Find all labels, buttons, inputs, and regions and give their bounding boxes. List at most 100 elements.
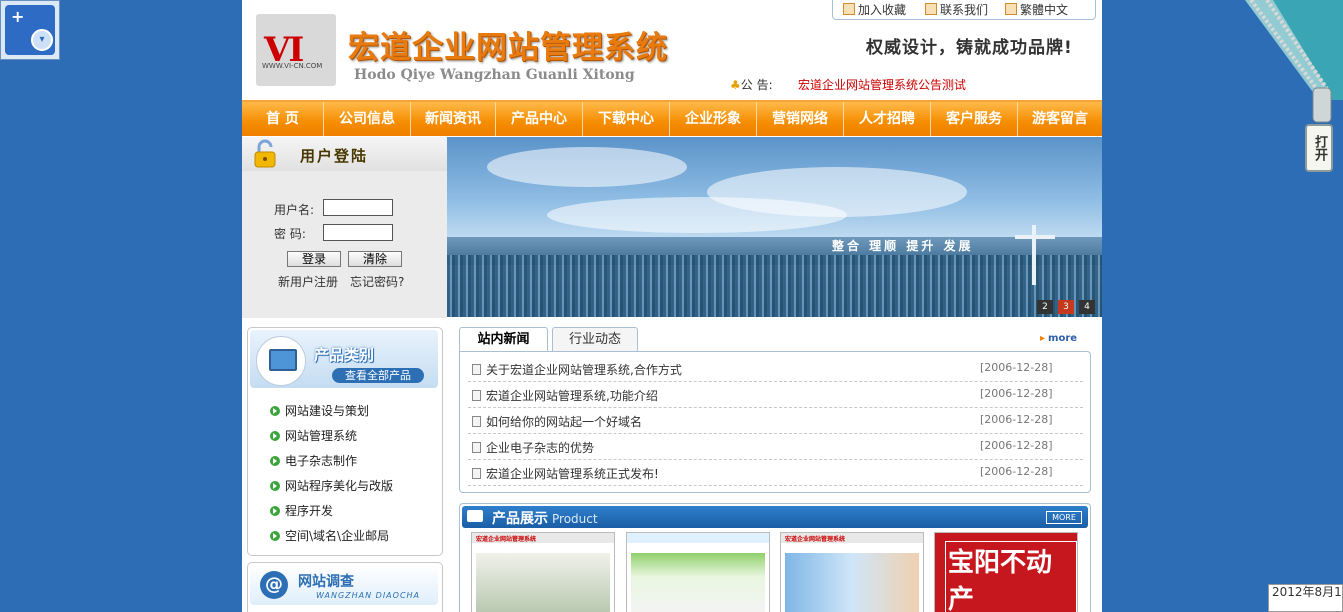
thumb-brand-text: 宝阳不动产 xyxy=(945,541,1077,612)
nav-jobs[interactable]: 人才招聘 xyxy=(844,102,931,136)
news-title[interactable]: 如何给你的网站起一个好域名 xyxy=(486,413,642,430)
login-header: 用户登陆 xyxy=(242,137,447,171)
category-item[interactable]: 空间\域名\企业邮局 xyxy=(270,527,389,544)
news-row[interactable]: 如何给你的网站起一个好域名 [2006-12-28] xyxy=(468,408,1083,434)
product-more-button[interactable]: MORE xyxy=(1046,511,1082,524)
tab-industry-news[interactable]: 行业动态 xyxy=(552,327,638,352)
language-icon xyxy=(1005,3,1017,15)
thumb-header xyxy=(627,533,769,543)
login-form: 用户名: 密 码: 登录 清除 新用户注册 忘记密码? xyxy=(242,171,447,318)
contact-icon xyxy=(925,3,937,15)
nav-guestbook[interactable]: 游客留言 xyxy=(1018,102,1102,136)
arrow-bullet-icon xyxy=(270,506,280,516)
notice-text[interactable]: 宏道企业网站管理系统公告测试 xyxy=(798,76,966,93)
header-slogan: 权威设计，铸就成功品牌! xyxy=(866,38,1073,58)
forgot-password-link[interactable]: 忘记密码? xyxy=(350,273,404,290)
nav-products[interactable]: 产品中心 xyxy=(496,102,583,136)
news-row[interactable]: 宏道企业网站管理系统正式发布! [2006-12-28] xyxy=(468,460,1083,486)
thumb-brand: 宏道企业网站管理系统 xyxy=(785,536,846,543)
banner-page-2[interactable]: 2 xyxy=(1037,300,1053,314)
nav-company[interactable]: 公司信息 xyxy=(324,102,411,136)
arrow-bullet-icon xyxy=(270,406,280,416)
banner-page-4[interactable]: 4 xyxy=(1079,300,1095,314)
arrow-bullet-icon xyxy=(270,481,280,491)
news-more-link[interactable]: more xyxy=(1040,333,1077,344)
thumb-image xyxy=(631,553,765,612)
password-label: 密 码: xyxy=(274,227,306,241)
news-row[interactable]: 关于宏道企业网站管理系统,合作方式 [2006-12-28] xyxy=(468,356,1083,382)
categories-header: 产品类别 查看全部产品 xyxy=(250,330,438,388)
product-thumbnail[interactable]: 宏道企业网站管理系统 xyxy=(780,532,924,612)
product-categories-panel: 产品类别 查看全部产品 网站建设与策划 网站管理系统 电子杂志制作 网站程序美化… xyxy=(247,327,443,556)
product-showcase-title-en: Product xyxy=(552,512,598,526)
product-thumbnail[interactable] xyxy=(626,532,770,612)
lock-icon xyxy=(254,139,276,168)
chevron-down-icon[interactable]: ▾ xyxy=(31,29,53,51)
register-link[interactable]: 新用户注册 xyxy=(278,273,338,290)
view-all-products-button[interactable]: 查看全部产品 xyxy=(332,368,424,383)
nav-image[interactable]: 企业形象 xyxy=(670,102,757,136)
product-thumbnail[interactable]: 宝阳不动产 xyxy=(934,532,1078,612)
news-date: [2006-12-28] xyxy=(980,387,1053,400)
username-input[interactable] xyxy=(323,199,393,216)
date-stamp: 2012年8月16日 星期四 xyxy=(1268,584,1343,612)
document-icon xyxy=(472,416,481,427)
clear-button[interactable]: 清除 xyxy=(348,251,402,267)
product-thumbnail[interactable]: 宏道企业网站管理系统 xyxy=(471,532,615,612)
banner-cloud xyxy=(487,147,687,187)
nav-downloads[interactable]: 下载中心 xyxy=(583,102,670,136)
zipper-open-button[interactable]: 打开 xyxy=(1305,124,1333,172)
login-button[interactable]: 登录 xyxy=(287,251,341,267)
nav-news[interactable]: 新闻资讯 xyxy=(411,102,496,136)
nav-marketing[interactable]: 营销网络 xyxy=(757,102,844,136)
thumb-header: 宏道企业网站管理系统 xyxy=(781,533,923,543)
top-links: 加入收藏 联系我们 繁體中文 xyxy=(832,0,1096,20)
site-pinyin: Hodo Qiye Wangzhan Guanli Xitong xyxy=(354,67,635,83)
category-item[interactable]: 程序开发 xyxy=(270,502,333,519)
news-row[interactable]: 宏道企业网站管理系统,功能介绍 [2006-12-28] xyxy=(468,382,1083,408)
notice-label: ♣公 告: xyxy=(730,78,773,92)
news-date: [2006-12-28] xyxy=(980,361,1053,374)
banner-page-3[interactable]: 3 xyxy=(1058,300,1074,314)
logo-url: WWW.VI-CN.COM xyxy=(262,62,323,70)
username-label: 用户名: xyxy=(274,203,315,217)
fingerprint-icon: + ▾ xyxy=(5,5,55,55)
bookmark-link[interactable]: 加入收藏 xyxy=(843,1,906,18)
document-icon xyxy=(472,468,481,479)
news-title[interactable]: 宏道企业网站管理系统,功能介绍 xyxy=(486,387,658,404)
survey-title: 网站调查 xyxy=(298,574,354,590)
news-list: 关于宏道企业网站管理系统,合作方式 [2006-12-28] 宏道企业网站管理系统… xyxy=(459,351,1091,493)
category-item[interactable]: 网站管理系统 xyxy=(270,427,357,444)
main-nav: 首 页 公司信息 新闻资讯 产品中心 下载中心 企业形象 营销网络 人才招聘 客… xyxy=(242,100,1102,136)
bell-icon: ♣ xyxy=(730,78,741,92)
news-row[interactable]: 企业电子杂志的优势 [2006-12-28] xyxy=(468,434,1083,460)
news-title[interactable]: 宏道企业网站管理系统正式发布! xyxy=(486,465,659,482)
thumb-brand: 宏道企业网站管理系统 xyxy=(476,536,537,543)
nav-service[interactable]: 客户服务 xyxy=(931,102,1018,136)
traditional-chinese-link[interactable]: 繁體中文 xyxy=(1005,1,1068,18)
product-showcase-header: 产品展示 Product MORE xyxy=(462,506,1088,528)
thumb-image xyxy=(476,553,610,612)
category-item[interactable]: 电子杂志制作 xyxy=(270,452,357,469)
site-logo[interactable]: VI WWW.VI-CN.COM xyxy=(256,14,336,86)
hero-banner[interactable]: 整合 理顺 提升 发展 2 3 4 xyxy=(447,137,1102,317)
login-title: 用户登陆 xyxy=(300,147,369,165)
nav-home[interactable]: 首 页 xyxy=(242,102,324,136)
monitor-icon xyxy=(256,336,306,386)
news-title[interactable]: 关于宏道企业网站管理系统,合作方式 xyxy=(486,361,682,378)
category-item[interactable]: 网站建设与策划 xyxy=(270,402,369,419)
news-date: [2006-12-28] xyxy=(980,439,1053,452)
password-input[interactable] xyxy=(323,224,393,241)
arrow-bullet-icon xyxy=(270,531,280,541)
document-icon xyxy=(472,390,481,401)
bookmark-icon xyxy=(843,3,855,15)
news-title[interactable]: 企业电子杂志的优势 xyxy=(486,439,594,456)
category-item[interactable]: 网站程序美化与改版 xyxy=(270,477,393,494)
floating-widget[interactable]: + ▾ xyxy=(0,0,60,60)
plus-icon: + xyxy=(11,7,25,26)
news-date: [2006-12-28] xyxy=(980,465,1053,478)
contact-link[interactable]: 联系我们 xyxy=(925,1,988,18)
tab-site-news[interactable]: 站内新闻 xyxy=(459,327,548,353)
document-icon xyxy=(472,364,481,375)
banner-cloud xyxy=(547,197,847,233)
